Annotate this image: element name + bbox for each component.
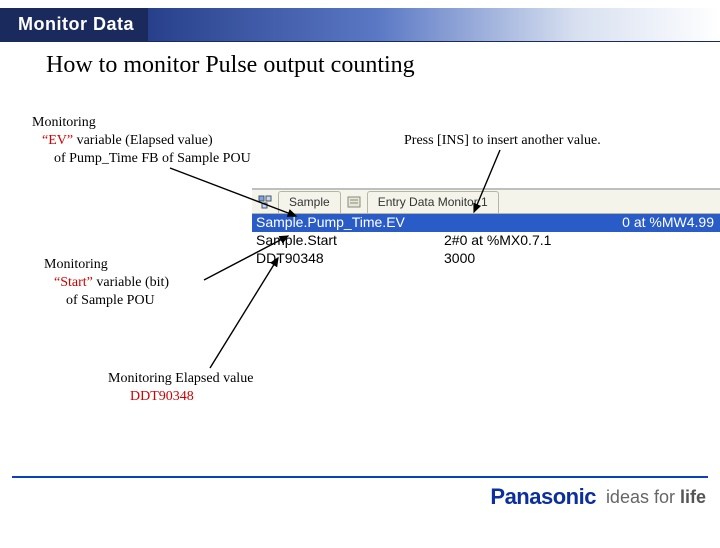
text-line: Monitoring: [32, 114, 251, 132]
tab-sample[interactable]: Sample: [278, 191, 341, 213]
annotation-ddt: Monitoring Elapsed value DDT90348: [108, 370, 253, 406]
text-line: “EV” variable (Elapsed value): [32, 132, 251, 150]
page-subtitle: How to monitor Pulse output counting: [46, 52, 720, 79]
var-value: 3000: [440, 250, 720, 268]
text-line: Monitoring: [44, 256, 169, 274]
monitor-row[interactable]: Sample.Start 2#0 at %MX0.7.1: [252, 232, 720, 250]
monitor-row[interactable]: Sample.Pump_Time.EV 0 at %MW4.99: [252, 214, 720, 232]
text-highlight: DDT90348: [108, 388, 253, 406]
annotation-ins: Press [INS] to insert another value.: [404, 132, 601, 150]
brand-tagline: ideas for life: [606, 487, 706, 510]
data-monitor-icon: [347, 195, 361, 209]
title-bar: Monitor Data: [0, 8, 720, 42]
monitor-window: Sample Entry Data Monitor 1 Sample.Pump_…: [252, 188, 720, 268]
title-gradient: [148, 8, 720, 41]
annotation-ev: Monitoring “EV” variable (Elapsed value)…: [32, 114, 251, 168]
tab-label: Entry Data Monitor 1: [378, 195, 488, 209]
tab-bar: Sample Entry Data Monitor 1: [252, 190, 720, 214]
monitor-rows: Sample.Pump_Time.EV 0 at %MW4.99 Sample.…: [252, 214, 720, 268]
footer-divider: [12, 476, 708, 478]
annotation-start: Monitoring “Start” variable (bit) of Sam…: [44, 256, 169, 310]
text-line: “Start” variable (bit): [44, 274, 169, 292]
var-value: 2#0 at %MX0.7.1: [440, 232, 720, 250]
text-highlight: “EV”: [42, 133, 73, 148]
brand-wordmark: Panasonic: [490, 484, 596, 510]
text-span: variable (bit): [93, 275, 169, 290]
arrow-line: [210, 258, 278, 368]
tab-entry-data-monitor[interactable]: Entry Data Monitor 1: [367, 191, 499, 213]
page-title: Monitor Data: [0, 8, 148, 41]
var-name: DDT90348: [252, 250, 440, 268]
tagline-bold: life: [680, 487, 706, 507]
var-name: Sample.Start: [252, 232, 440, 250]
text-highlight: “Start”: [54, 275, 93, 290]
text-line: of Sample POU: [44, 292, 169, 310]
var-value: 0 at %MW4.99: [440, 214, 720, 232]
text-span: variable (Elapsed value): [73, 133, 213, 148]
tagline-text: ideas for: [606, 487, 680, 507]
text-line: of Pump_Time FB of Sample POU: [32, 150, 251, 168]
tab-label: Sample: [289, 195, 330, 209]
text-line: Monitoring Elapsed value: [108, 370, 253, 388]
var-name: Sample.Pump_Time.EV: [252, 214, 440, 232]
pou-tree-icon: [258, 195, 272, 209]
monitor-row[interactable]: DDT90348 3000: [252, 250, 720, 268]
footer-logo: Panasonic ideas for life: [490, 484, 706, 510]
